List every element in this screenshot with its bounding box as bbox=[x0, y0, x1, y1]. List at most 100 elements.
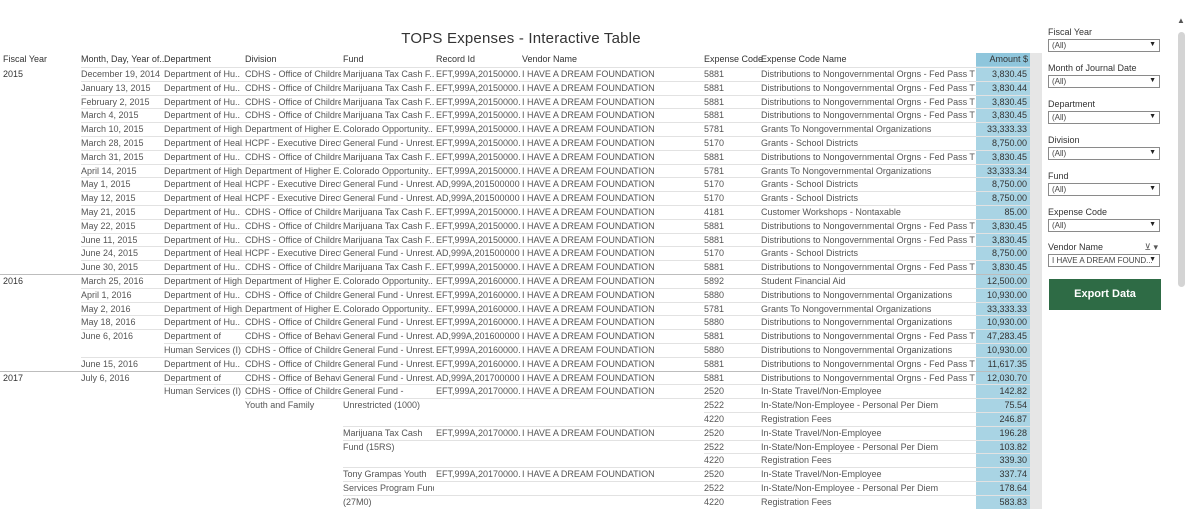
cell-vendor[interactable]: I HAVE A DREAM FOUNDATION bbox=[522, 221, 702, 232]
cell-vendor[interactable]: I HAVE A DREAM FOUNDATION bbox=[522, 317, 702, 328]
cell-code[interactable]: 5781 bbox=[704, 166, 759, 177]
cell-name[interactable]: Distributions to Nongovernmental Organiz… bbox=[761, 317, 975, 328]
cell-vendor[interactable]: I HAVE A DREAM FOUNDATION bbox=[522, 97, 702, 108]
filter-dropdown[interactable]: (All) ▼ bbox=[1048, 111, 1160, 124]
cell-vendor[interactable]: I HAVE A DREAM FOUNDATION bbox=[522, 207, 702, 218]
cell-code[interactable]: 5881 bbox=[704, 97, 759, 108]
cell-dept[interactable]: Department of Hu.. bbox=[164, 221, 243, 232]
header-fiscal-year[interactable]: Fiscal Year bbox=[3, 54, 47, 64]
header-division[interactable]: Division bbox=[245, 54, 277, 64]
cell-amount[interactable]: 3,830.45 bbox=[977, 221, 1027, 232]
header-expense-code-name[interactable]: Expense Code Name bbox=[761, 54, 847, 64]
cell-rec[interactable]: EFT,999A,20150000.. bbox=[436, 262, 520, 273]
header-expense-code[interactable]: Expense Code bbox=[704, 54, 763, 64]
cell-code[interactable]: 4181 bbox=[704, 207, 759, 218]
cell-rec[interactable]: EFT,999A,20160000.. bbox=[436, 317, 520, 328]
cell-date[interactable]: March 25, 2016 bbox=[81, 276, 161, 287]
cell-dept[interactable]: Department of Heal.. bbox=[164, 179, 243, 190]
cell-dept[interactable]: Department of High.. bbox=[164, 124, 243, 135]
cell-div[interactable]: Youth and Family bbox=[245, 400, 341, 411]
header-amount[interactable]: Amount $ bbox=[976, 54, 1028, 64]
export-data-button[interactable]: Export Data bbox=[1049, 279, 1161, 310]
cell-fund[interactable]: Unrestricted (1000) bbox=[343, 400, 434, 411]
cell-code[interactable]: 5892 bbox=[704, 276, 759, 287]
cell-vendor[interactable]: I HAVE A DREAM FOUNDATION bbox=[522, 304, 702, 315]
cell-fund[interactable]: Colorado Opportunity.. bbox=[343, 124, 434, 135]
cell-amount[interactable]: 10,930.00 bbox=[977, 317, 1027, 328]
cell-dept[interactable]: Human Services (I) bbox=[164, 345, 243, 356]
cell-code[interactable]: 5880 bbox=[704, 290, 759, 301]
cell-fund[interactable]: Tony Grampas Youth bbox=[343, 469, 434, 480]
cell-date[interactable]: January 13, 2015 bbox=[81, 83, 161, 94]
filter-clear-icon[interactable]: ⊻ ▾ bbox=[1144, 242, 1158, 253]
scroll-up-icon[interactable]: ▲ bbox=[1177, 16, 1185, 25]
filter-dropdown[interactable]: (All) ▼ bbox=[1048, 75, 1160, 88]
cell-name[interactable]: Registration Fees bbox=[761, 414, 975, 425]
cell-amount[interactable]: 47,283.45 bbox=[977, 331, 1027, 342]
cell-rec[interactable]: AD,999A,201500000.. bbox=[436, 248, 520, 259]
cell-date[interactable]: March 31, 2015 bbox=[81, 152, 161, 163]
cell-name[interactable]: Grants - School Districts bbox=[761, 248, 975, 259]
cell-dept[interactable]: Department of bbox=[164, 331, 243, 342]
cell-name[interactable]: Grants - School Districts bbox=[761, 179, 975, 190]
cell-fund[interactable]: General Fund - Unrest.. bbox=[343, 317, 434, 328]
cell-date[interactable]: May 12, 2015 bbox=[81, 193, 161, 204]
cell-dept[interactable]: Department of Hu.. bbox=[164, 290, 243, 301]
cell-code[interactable]: 5170 bbox=[704, 248, 759, 259]
cell-fund[interactable]: General Fund - Unrest.. bbox=[343, 290, 434, 301]
cell-div[interactable]: Department of Higher E.. bbox=[245, 304, 341, 315]
cell-code[interactable]: 5881 bbox=[704, 152, 759, 163]
cell-fund[interactable]: General Fund - Unrest.. bbox=[343, 345, 434, 356]
fiscal-year-cell[interactable]: 2017 bbox=[3, 373, 63, 384]
cell-date[interactable]: June 6, 2016 bbox=[81, 331, 161, 342]
cell-vendor[interactable]: I HAVE A DREAM FOUNDATION bbox=[522, 83, 702, 94]
cell-name[interactable]: In-State Travel/Non-Employee bbox=[761, 469, 975, 480]
cell-date[interactable]: March 10, 2015 bbox=[81, 124, 161, 135]
cell-name[interactable]: Grants To Nongovernmental Organizations bbox=[761, 124, 975, 135]
cell-div[interactable]: CDHS - Office of Childre.. bbox=[245, 317, 341, 328]
cell-div[interactable]: CDHS - Office of Childre.. bbox=[245, 97, 341, 108]
cell-name[interactable]: In-State Travel/Non-Employee bbox=[761, 386, 975, 397]
cell-fund[interactable]: Marijuana Tax Cash F.. bbox=[343, 97, 434, 108]
cell-code[interactable]: 2522 bbox=[704, 442, 759, 453]
cell-amount[interactable]: 337.74 bbox=[977, 469, 1027, 480]
cell-vendor[interactable]: I HAVE A DREAM FOUNDATION bbox=[522, 235, 702, 246]
cell-fund[interactable]: Marijuana Tax Cash F.. bbox=[343, 83, 434, 94]
cell-date[interactable]: May 2, 2016 bbox=[81, 304, 161, 315]
chevron-down-icon[interactable]: ▼ bbox=[1149, 148, 1156, 158]
cell-rec[interactable]: EFT,999A,20160000.. bbox=[436, 304, 520, 315]
cell-code[interactable]: 4220 bbox=[704, 497, 759, 508]
cell-dept[interactable]: Department of Hu.. bbox=[164, 69, 243, 80]
cell-rec[interactable]: AD,999A,201600000.. bbox=[436, 331, 520, 342]
cell-fund[interactable]: General Fund - Unrest.. bbox=[343, 179, 434, 190]
cell-name[interactable]: Distributions to Nongovernmental Orgns -… bbox=[761, 373, 975, 384]
filter-dropdown[interactable]: (All) ▼ bbox=[1048, 39, 1160, 52]
cell-name[interactable]: In-State/Non-Employee - Personal Per Die… bbox=[761, 442, 975, 453]
cell-vendor[interactable]: I HAVE A DREAM FOUNDATION bbox=[522, 152, 702, 163]
cell-dept[interactable]: Department of Hu.. bbox=[164, 97, 243, 108]
cell-code[interactable]: 5881 bbox=[704, 235, 759, 246]
cell-dept[interactable]: Department of Heal.. bbox=[164, 138, 243, 149]
cell-amount[interactable]: 3,830.45 bbox=[977, 110, 1027, 121]
cell-fund[interactable]: (27M0) bbox=[343, 497, 434, 508]
cell-vendor[interactable]: I HAVE A DREAM FOUNDATION bbox=[522, 248, 702, 259]
cell-fund[interactable]: Marijuana Tax Cash bbox=[343, 428, 434, 439]
cell-code[interactable]: 5881 bbox=[704, 83, 759, 94]
cell-name[interactable]: Distributions to Nongovernmental Orgns -… bbox=[761, 97, 975, 108]
cell-rec[interactable]: EFT,999A,20160000.. bbox=[436, 290, 520, 301]
filter-dropdown[interactable]: I HAVE A DREAM FOUND... ▼ bbox=[1048, 254, 1160, 267]
cell-div[interactable]: CDHS - Office of Childre.. bbox=[245, 235, 341, 246]
cell-vendor[interactable]: I HAVE A DREAM FOUNDATION bbox=[522, 193, 702, 204]
cell-amount[interactable]: 3,830.45 bbox=[977, 235, 1027, 246]
cell-vendor[interactable]: I HAVE A DREAM FOUNDATION bbox=[522, 359, 702, 370]
cell-fund[interactable]: General Fund - Unrest.. bbox=[343, 373, 434, 384]
cell-fund[interactable]: Marijuana Tax Cash F.. bbox=[343, 221, 434, 232]
cell-amount[interactable]: 142.82 bbox=[977, 386, 1027, 397]
cell-rec[interactable]: EFT,999A,20150000.. bbox=[436, 124, 520, 135]
cell-rec[interactable]: EFT,999A,20150000.. bbox=[436, 207, 520, 218]
chevron-down-icon[interactable]: ▼ bbox=[1149, 112, 1156, 122]
cell-date[interactable]: March 28, 2015 bbox=[81, 138, 161, 149]
cell-date[interactable]: April 14, 2015 bbox=[81, 166, 161, 177]
cell-amount[interactable]: 3,830.44 bbox=[977, 83, 1027, 94]
cell-amount[interactable]: 8,750.00 bbox=[977, 138, 1027, 149]
